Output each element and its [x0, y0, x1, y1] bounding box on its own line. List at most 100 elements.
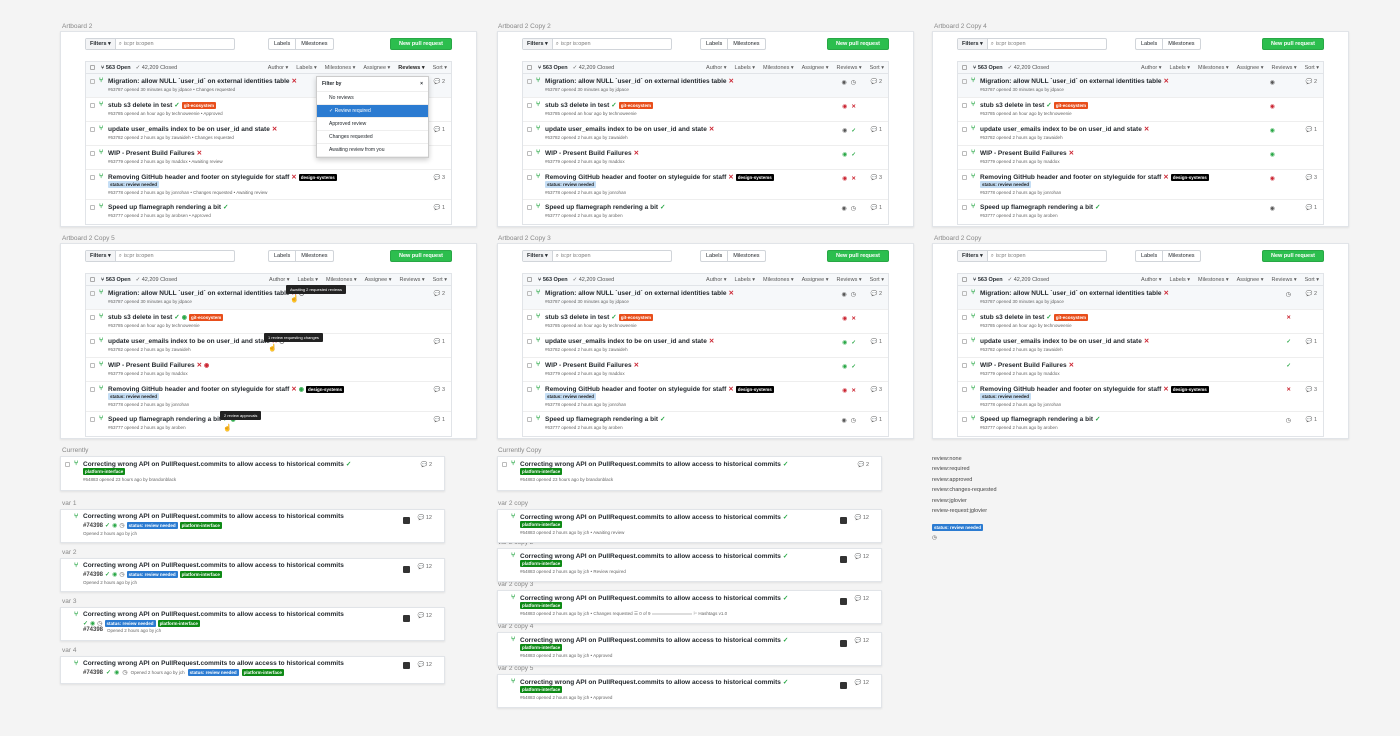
avatar[interactable] — [403, 662, 410, 669]
review-status[interactable]: ◉ ◷ — [842, 291, 857, 298]
pr-row[interactable]: ⑂ Removing GitHub header and footer on s… — [958, 170, 1323, 200]
labels-milestones[interactable]: Labels Milestones — [268, 250, 334, 262]
row-checkbox[interactable] — [90, 175, 95, 180]
comment-count[interactable]: 💬 3 — [871, 175, 882, 181]
comment-count[interactable]: 💬 1 — [1306, 339, 1317, 345]
review-status[interactable]: ◉ ◷ — [842, 205, 857, 212]
pr-title[interactable]: WIP - Present Build Failures — [980, 362, 1067, 369]
row-checkbox[interactable] — [90, 387, 95, 392]
pr-number[interactable]: #74398 — [83, 627, 103, 633]
labels-button[interactable]: Labels — [701, 39, 727, 49]
filter-option-changes-requested[interactable]: Changes requested — [317, 131, 428, 144]
menu-author[interactable]: Author ▾ — [268, 65, 289, 71]
avatar[interactable] — [840, 682, 847, 689]
pr-title[interactable]: stub s3 delete in test — [545, 314, 609, 321]
menu-milestones[interactable]: Milestones ▾ — [1198, 65, 1229, 71]
closed-count[interactable]: ✓ 42,209 Closed — [1008, 277, 1050, 283]
search-input[interactable]: ⌕ is:pr is:open — [116, 251, 234, 261]
pr-card[interactable]: ⑂ Correcting wrong API on PullRequest.co… — [60, 656, 445, 684]
menu-reviews[interactable]: Reviews ▾ — [1272, 65, 1297, 71]
filter-bar[interactable]: Filters ▾ ⌕ is:pr is:open — [957, 38, 1107, 50]
pr-title[interactable]: stub s3 delete in test — [980, 314, 1044, 321]
row-checkbox[interactable] — [527, 291, 532, 296]
pr-title[interactable]: Correcting wrong API on PullRequest.comm… — [83, 611, 444, 618]
eye-icon[interactable]: ◉ — [842, 175, 847, 182]
menu-assignee[interactable]: Assignee ▾ — [802, 65, 829, 71]
search-input[interactable]: ⌕ is:pr is:open — [553, 39, 671, 49]
pr-card[interactable]: ⑂ Correcting wrong API on PullRequest.co… — [497, 456, 882, 491]
label-platform-interface[interactable]: platform-interface — [520, 521, 563, 528]
open-count[interactable]: ⑂ 563 Open — [538, 277, 568, 283]
select-all-checkbox[interactable] — [527, 277, 532, 282]
menu-milestones[interactable]: Milestones ▾ — [763, 277, 794, 283]
menu-reviews[interactable]: Reviews ▾ — [1272, 277, 1297, 283]
pr-title[interactable]: Migration: allow NULL `user_id` on exter… — [108, 78, 290, 85]
row-checkbox[interactable] — [962, 127, 967, 132]
milestones-button[interactable]: Milestones — [295, 251, 332, 261]
label-git-ecosystem[interactable]: git-ecosystem — [181, 101, 217, 109]
label-review-needed[interactable]: status: review needed — [545, 393, 597, 400]
eye-icon[interactable]: ◉ — [842, 103, 847, 110]
pr-row[interactable]: ⑂ update user_emails index to be on user… — [958, 122, 1323, 146]
pr-title[interactable]: Removing GitHub header and footer on sty… — [980, 386, 1161, 393]
row-checkbox[interactable] — [90, 291, 95, 296]
comment-count[interactable]: 💬 1 — [1306, 417, 1317, 423]
eye-icon[interactable]: ◉ — [1270, 205, 1275, 212]
new-pull-request-button[interactable]: New pull request — [389, 38, 452, 50]
pr-title[interactable]: Migration: allow NULL `user_id` on exter… — [980, 290, 1162, 297]
row-checkbox[interactable] — [962, 79, 967, 84]
closed-count[interactable]: ✓ 42,209 Closed — [136, 277, 178, 283]
pr-title[interactable]: Speed up flamegraph rendering a bit — [108, 204, 221, 211]
row-checkbox[interactable] — [90, 315, 95, 320]
pr-title[interactable]: update user_emails index to be on user_i… — [545, 338, 707, 345]
menu-sort[interactable]: Sort ▾ — [870, 65, 884, 71]
eye-icon[interactable]: ◉ — [842, 339, 847, 346]
pr-row[interactable]: ⑂ Removing GitHub header and footer on s… — [86, 170, 451, 200]
pr-title[interactable]: update user_emails index to be on user_i… — [108, 338, 270, 345]
eye-icon[interactable]: ◉ — [299, 386, 304, 393]
pr-title[interactable]: Migration: allow NULL `user_id` on exter… — [980, 78, 1162, 85]
row-checkbox[interactable] — [90, 151, 95, 156]
label-platform-interface[interactable]: platform-interface — [520, 468, 563, 475]
pr-title[interactable]: WIP - Present Build Failures — [108, 362, 195, 369]
avatar[interactable] — [840, 640, 847, 647]
menu-author[interactable]: Author ▾ — [706, 277, 727, 283]
label-git-ecosystem[interactable]: git-ecosystem — [189, 313, 224, 321]
menu-labels[interactable]: Labels ▾ — [735, 65, 756, 71]
menu-milestones[interactable]: Milestones ▾ — [1198, 277, 1229, 283]
review-status[interactable]: ◉ — [1270, 175, 1275, 182]
review-status[interactable]: ✓ — [1286, 339, 1291, 345]
pr-card[interactable]: ⑂ Correcting wrong API on PullRequest.co… — [497, 548, 882, 582]
comment-count[interactable]: 💬 1 — [871, 417, 882, 423]
label-git-ecosystem[interactable]: git-ecosystem — [618, 313, 654, 321]
pr-row[interactable]: ⑂ Speed up flamegraph rendering a bit ✓ #… — [958, 200, 1323, 224]
eye-icon[interactable]: ◉ — [842, 291, 847, 298]
select-all-checkbox[interactable] — [90, 65, 95, 70]
label-review-needed[interactable]: status: review needed — [980, 393, 1032, 400]
filters-button[interactable]: Filters ▾ — [958, 39, 988, 49]
search-input[interactable]: ⌕ is:pr is:open — [116, 39, 234, 49]
search-input[interactable]: ⌕ is:pr is:open — [988, 39, 1106, 49]
row-checkbox[interactable] — [502, 462, 507, 467]
pr-row[interactable]: ⑂ Removing GitHub header and footer on s… — [86, 382, 451, 412]
review-status[interactable]: ◉ ✓ — [842, 151, 856, 159]
pr-title[interactable]: update user_emails index to be on user_i… — [108, 126, 270, 133]
pr-title[interactable]: Correcting wrong API on PullRequest.comm… — [520, 637, 781, 644]
new-pull-request-button[interactable]: New pull request — [826, 38, 889, 50]
labels-button[interactable]: Labels — [1136, 251, 1162, 261]
pr-title[interactable]: Correcting wrong API on PullRequest.comm… — [83, 562, 444, 569]
label-git-ecosystem[interactable]: git-ecosystem — [1053, 101, 1089, 109]
review-status[interactable]: ◉ ✕ — [842, 175, 856, 183]
menu-assignee[interactable]: Assignee ▾ — [365, 277, 392, 283]
select-all-checkbox[interactable] — [962, 65, 967, 70]
row-checkbox[interactable] — [527, 363, 532, 368]
menu-assignee[interactable]: Assignee ▾ — [1237, 277, 1264, 283]
avatar[interactable] — [403, 615, 410, 622]
menu-sort[interactable]: Sort ▾ — [1305, 65, 1319, 71]
row-checkbox[interactable] — [527, 151, 532, 156]
labels-milestones[interactable]: Labels Milestones — [268, 38, 334, 50]
comment-count[interactable]: 💬 3 — [434, 175, 445, 181]
pr-title[interactable]: WIP - Present Build Failures — [980, 150, 1067, 157]
comment-count[interactable]: 💬 1 — [434, 205, 445, 211]
comment-count[interactable]: 💬 12 — [417, 662, 432, 668]
